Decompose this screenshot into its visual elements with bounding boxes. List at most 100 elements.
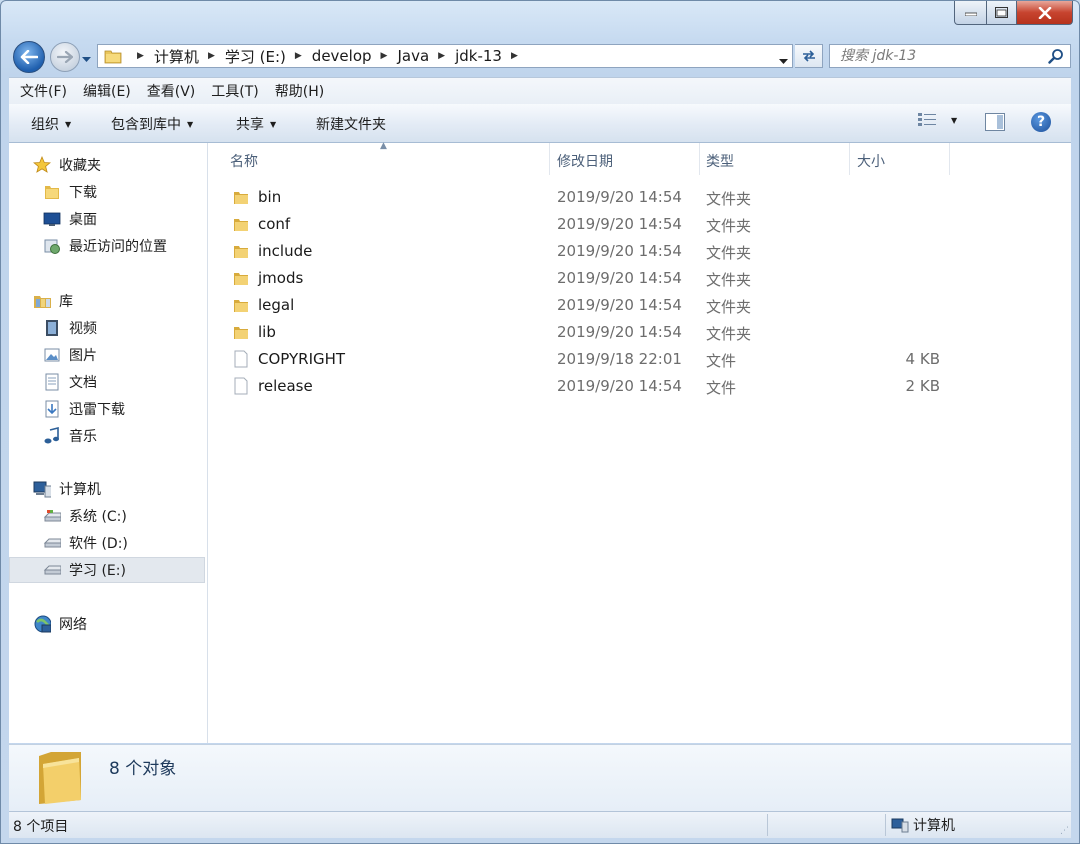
nav-drive-c[interactable]: 系统 (C:) xyxy=(9,503,205,529)
change-view-button[interactable]: ▼ xyxy=(917,112,957,128)
column-header-date[interactable]: 修改日期 xyxy=(557,151,613,171)
recent-pages-dropdown[interactable] xyxy=(82,51,91,67)
nav-documents[interactable]: 文档 xyxy=(9,369,205,395)
minimize-button[interactable] xyxy=(954,1,987,25)
file-name: legal xyxy=(258,296,295,314)
resize-grip[interactable]: ⋰ xyxy=(1060,826,1069,836)
address-bar[interactable]: ▶ 计算机 ▶ 学习 (E:) ▶ develop ▶ Java ▶ jdk-13 ▶ xyxy=(97,44,793,68)
nav-label: 图片 xyxy=(69,348,97,364)
nav-favorites[interactable]: 收藏夹 xyxy=(9,152,205,178)
close-icon xyxy=(1038,6,1051,19)
address-history-dropdown[interactable] xyxy=(779,53,788,69)
forward-arrow-icon xyxy=(57,51,73,63)
new-folder-button[interactable]: 新建文件夹 xyxy=(316,114,386,134)
refresh-button[interactable] xyxy=(795,44,823,68)
file-type: 文件 xyxy=(706,379,737,397)
nav-recent-places[interactable]: 最近访问的位置 xyxy=(9,233,205,259)
chevron-down-icon[interactable]: ▼ xyxy=(951,116,957,125)
nav-thunder-downloads[interactable]: 迅雷下载 xyxy=(9,396,205,422)
table-row[interactable]: bin 2019/9/20 14:54 文件夹 xyxy=(208,184,1071,211)
file-type: 文件夹 xyxy=(706,325,752,343)
forward-button[interactable] xyxy=(50,42,80,72)
menu-help[interactable]: 帮助(H) xyxy=(275,81,324,101)
computer-icon xyxy=(33,480,51,498)
pictures-icon xyxy=(43,346,61,364)
maximize-icon xyxy=(995,7,1008,18)
chevron-down-icon: ▼ xyxy=(187,119,194,129)
nav-pictures[interactable]: 图片 xyxy=(9,342,205,368)
help-button[interactable]: ? xyxy=(1031,112,1051,132)
table-row[interactable]: release 2019/9/20 14:54 文件 2 KB xyxy=(208,373,1071,400)
nav-videos[interactable]: 视频 xyxy=(9,315,205,341)
nav-downloads[interactable]: 下载 xyxy=(9,179,205,205)
folder-icon xyxy=(232,323,250,345)
address-row: ▶ 计算机 ▶ 学习 (E:) ▶ develop ▶ Java ▶ jdk-13 ▶ xyxy=(1,39,1079,73)
nav-label: 视频 xyxy=(69,321,97,337)
breadcrumb-computer[interactable]: 计算机 ▶ xyxy=(154,46,225,67)
breadcrumb-label: develop xyxy=(311,47,372,65)
nav-drive-d[interactable]: 软件 (D:) xyxy=(9,530,205,556)
back-arrow-icon xyxy=(20,50,38,64)
column-divider[interactable] xyxy=(549,143,550,175)
file-name: bin xyxy=(258,188,282,206)
menu-file[interactable]: 文件(F) xyxy=(20,81,67,101)
organize-button[interactable]: 组织 ▼ xyxy=(31,114,71,134)
breadcrumb-drive-e[interactable]: 学习 (E:) ▶ xyxy=(225,46,312,67)
chevron-down-icon xyxy=(82,57,91,62)
table-row[interactable]: include 2019/9/20 14:54 文件夹 xyxy=(208,238,1071,265)
nav-libraries[interactable]: 库 xyxy=(9,288,205,314)
preview-pane-icon xyxy=(985,113,1005,131)
nav-label: 网络 xyxy=(59,617,87,633)
search-icon[interactable] xyxy=(1048,48,1064,68)
table-row[interactable]: lib 2019/9/20 14:54 文件夹 xyxy=(208,319,1071,346)
file-date: 2019/9/20 14:54 xyxy=(557,296,682,314)
column-divider[interactable] xyxy=(949,143,950,175)
back-button[interactable] xyxy=(13,41,45,73)
column-divider[interactable] xyxy=(849,143,850,175)
file-name: include xyxy=(258,242,313,260)
file-list: ▲ 名称 修改日期 类型 大小 bin 2019/9/20 14:54 文件夹 … xyxy=(208,141,1071,743)
share-button[interactable]: 共享 ▼ xyxy=(236,114,276,134)
preview-pane-button[interactable] xyxy=(985,113,1005,135)
help-icon: ? xyxy=(1036,114,1046,130)
nav-computer[interactable]: 计算机 xyxy=(9,476,205,502)
breadcrumb-java[interactable]: Java ▶ xyxy=(397,47,455,65)
table-row[interactable]: COPYRIGHT 2019/9/18 22:01 文件 4 KB xyxy=(208,346,1071,373)
file-name: release xyxy=(258,377,313,395)
nav-drive-e[interactable]: 学习 (E:) xyxy=(9,557,205,583)
nav-music[interactable]: 音乐 xyxy=(9,423,205,449)
search-input[interactable] xyxy=(838,47,1042,65)
column-header-type[interactable]: 类型 xyxy=(706,151,734,171)
file-size: 2 KB xyxy=(905,377,940,395)
chevron-down-icon: ▼ xyxy=(65,119,72,129)
close-button[interactable] xyxy=(1017,1,1073,25)
minimize-icon xyxy=(964,12,977,16)
chevron-down-icon xyxy=(779,59,788,64)
table-row[interactable]: jmods 2019/9/20 14:54 文件夹 xyxy=(208,265,1071,292)
nav-desktop[interactable]: 桌面 xyxy=(9,206,205,232)
file-date: 2019/9/20 14:54 xyxy=(557,215,682,233)
file-type: 文件夹 xyxy=(706,217,752,235)
column-header-size[interactable]: 大小 xyxy=(857,151,885,171)
include-in-library-button[interactable]: 包含到库中 ▼ xyxy=(111,114,193,134)
hard-drive-icon xyxy=(43,561,61,579)
menu-view[interactable]: 查看(V) xyxy=(147,81,196,101)
desktop-icon xyxy=(43,210,61,228)
nav-label: 下载 xyxy=(69,185,97,201)
column-header-name[interactable]: 名称 xyxy=(230,151,258,171)
computer-icon xyxy=(891,818,909,833)
menu-edit[interactable]: 编辑(E) xyxy=(83,81,131,101)
nav-network[interactable]: 网络 xyxy=(9,611,205,637)
breadcrumb-sep[interactable]: ▶ xyxy=(128,51,154,61)
folder-icon xyxy=(232,296,250,318)
column-divider[interactable] xyxy=(699,143,700,175)
breadcrumb-develop[interactable]: develop ▶ xyxy=(312,47,398,65)
nav-label: 迅雷下载 xyxy=(69,402,125,418)
maximize-button[interactable] xyxy=(987,1,1017,25)
menu-tools[interactable]: 工具(T) xyxy=(211,81,258,101)
table-row[interactable]: legal 2019/9/20 14:54 文件夹 xyxy=(208,292,1071,319)
nav-label: 收藏夹 xyxy=(59,158,101,174)
table-row[interactable]: conf 2019/9/20 14:54 文件夹 xyxy=(208,211,1071,238)
breadcrumb-jdk13[interactable]: jdk-13 ▶ xyxy=(455,47,528,65)
music-icon xyxy=(43,427,61,445)
